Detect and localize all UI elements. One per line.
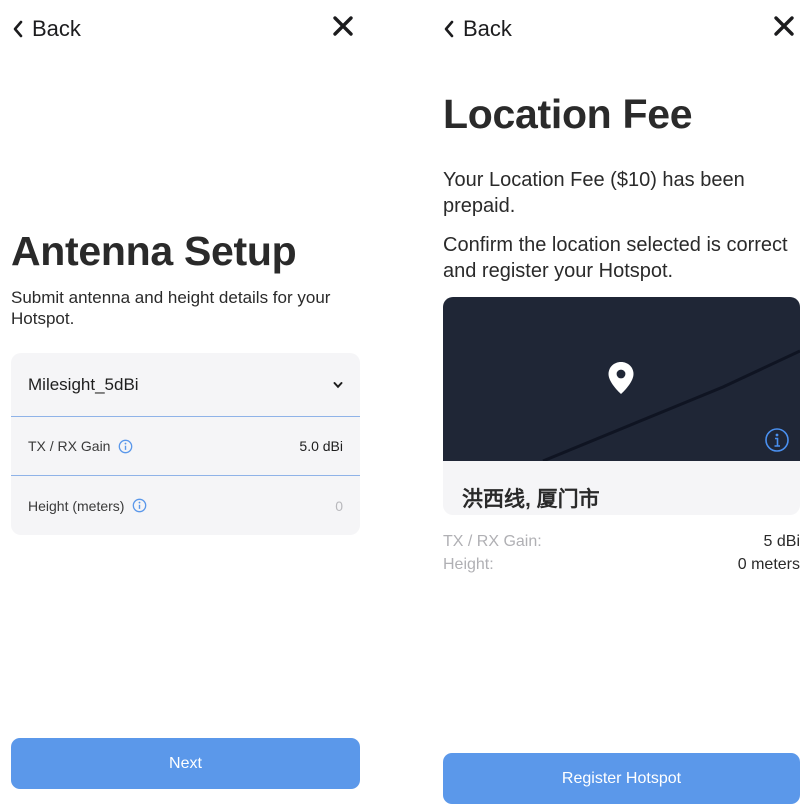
antenna-select-value: Milesight_5dBi [28,374,139,394]
chevron-left-icon [444,20,454,38]
map-pin-icon [608,362,634,394]
gain-value: 5.0 dBi [299,438,343,454]
back-label: Back [463,16,512,41]
register-hotspot-button[interactable]: Register Hotspot [443,753,800,804]
height-row[interactable]: Height (meters) 0 [11,476,360,535]
summary-height-value: 0 meters [737,556,800,573]
info-icon[interactable] [764,427,790,453]
summary-height-key: Height: [443,556,494,573]
close-button[interactable] [331,14,355,43]
antenna-select[interactable]: Milesight_5dBi [11,353,360,417]
summary-gain: TX / RX Gain: 5 dBi [443,533,800,551]
page-title: Location Fee [443,91,693,137]
map-view[interactable] [443,297,800,461]
location-name: 洪西线, 厦门市 [462,488,600,511]
height-input[interactable]: 0 [335,498,343,514]
info-icon[interactable] [118,439,133,454]
gain-label: TX / RX Gain [28,438,111,454]
page-subtitle: Submit antenna and height details for yo… [11,288,331,328]
fee-text: Your Location Fee ($10) has been prepaid… [443,169,745,217]
confirm-text: Confirm the location selected is correct… [443,234,788,282]
location-fee-screen: Back Location Fee Your Location Fee ($10… [430,0,801,804]
height-label: Height (meters) [28,497,125,514]
back-button[interactable]: Back [12,16,81,42]
summary-gain-key: TX / RX Gain: [443,533,542,550]
antenna-setup-screen: Back Antenna Setup Submit antenna and he… [0,0,372,799]
chevron-left-icon [13,20,23,38]
summary-height: Height: 0 meters [443,556,800,574]
next-button[interactable]: Next [11,738,360,789]
back-button[interactable]: Back [443,16,512,42]
antenna-form-card: Milesight_5dBi TX / RX Gain 5.0 dBi Heig… [11,353,360,535]
page-title: Antenna Setup [11,228,297,274]
chevron-down-icon [333,381,343,388]
gain-row: TX / RX Gain 5.0 dBi [11,417,360,476]
close-icon [774,16,794,36]
info-icon[interactable] [132,498,147,513]
close-button[interactable] [772,14,796,43]
location-card: 洪西线, 厦门市 [443,297,800,515]
back-label: Back [32,16,81,41]
summary-gain-value: 5 dBi [763,533,800,550]
close-icon [333,16,353,36]
